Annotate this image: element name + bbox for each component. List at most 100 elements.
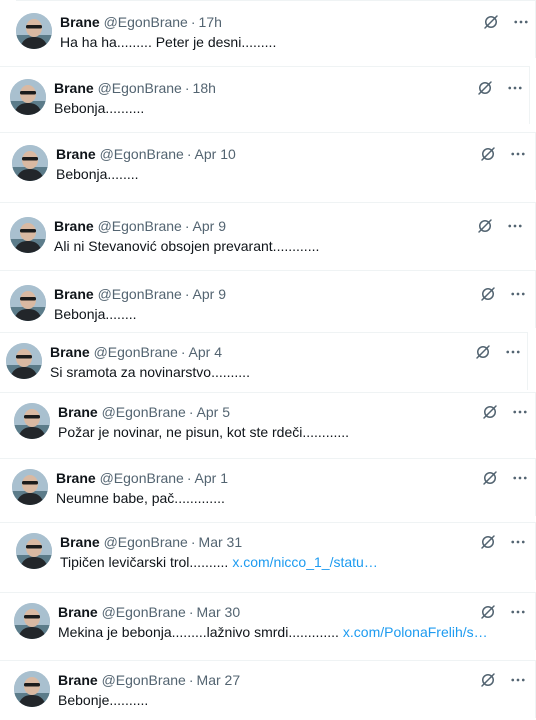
grok-icon[interactable] bbox=[481, 403, 499, 421]
more-icon[interactable] bbox=[509, 145, 527, 163]
grok-icon[interactable] bbox=[481, 469, 499, 487]
author-handle[interactable]: @EgonBrane bbox=[100, 146, 184, 162]
tweet-header: Brane @EgonBrane · Mar 27 bbox=[58, 671, 240, 689]
tweet-item[interactable]: Brane @EgonBrane · Mar 27 Bebonje.........… bbox=[0, 660, 536, 718]
grok-icon[interactable] bbox=[479, 145, 497, 163]
author-name[interactable]: Brane bbox=[54, 218, 94, 234]
tweet-time[interactable]: Apr 5 bbox=[197, 404, 230, 420]
tweet-text: Tipičen levičarski trol.......... x.com/n… bbox=[60, 553, 378, 571]
more-icon[interactable] bbox=[511, 403, 529, 421]
avatar[interactable] bbox=[16, 533, 52, 569]
separator-dot: · bbox=[184, 218, 190, 234]
tweet-actions bbox=[479, 285, 527, 303]
tweet-text-content: Bebonja.......... bbox=[54, 100, 145, 116]
tweet-time[interactable]: Apr 4 bbox=[189, 344, 222, 360]
tweet-item[interactable]: Brane @EgonBrane · Apr 4 Si sramota za nov… bbox=[0, 332, 528, 390]
grok-icon[interactable] bbox=[474, 343, 492, 361]
avatar[interactable] bbox=[12, 145, 48, 181]
author-name[interactable]: Brane bbox=[54, 80, 94, 96]
avatar[interactable] bbox=[10, 285, 46, 321]
tweet-time[interactable]: 18h bbox=[193, 80, 216, 96]
more-icon[interactable] bbox=[509, 603, 527, 621]
tweet-item[interactable]: Brane @EgonBrane · 18h Bebonja.......... bbox=[0, 66, 530, 124]
tweet-time[interactable]: Mar 31 bbox=[199, 534, 243, 550]
tweet-text: Ha ha ha......... Peter je desni........… bbox=[60, 33, 276, 51]
author-handle[interactable]: @EgonBrane bbox=[98, 286, 182, 302]
grok-icon[interactable] bbox=[479, 285, 497, 303]
tweet-text: Si sramota za novinarstvo.......... bbox=[50, 363, 250, 381]
author-name[interactable]: Brane bbox=[56, 470, 96, 486]
more-icon[interactable] bbox=[506, 79, 524, 97]
tweet-item[interactable]: Brane @EgonBrane · Apr 9 Ali ni Stevanović… bbox=[0, 202, 536, 260]
separator-dot: · bbox=[190, 534, 196, 550]
tweet-text: Požar je novinar, ne pisun, kot ste rdeč… bbox=[58, 423, 349, 441]
tweet-text-content: Požar je novinar, ne pisun, kot ste rdeč… bbox=[58, 424, 350, 440]
more-icon[interactable] bbox=[506, 217, 524, 235]
avatar[interactable] bbox=[14, 671, 50, 707]
tweet-item[interactable]: Brane @EgonBrane · Apr 10 Bebonja........ bbox=[0, 132, 536, 190]
tweet-link[interactable]: x.com/PolonaFrelih/s… bbox=[343, 624, 488, 640]
tweet-item[interactable]: Brane @EgonBrane · 17h Ha ha ha......... P… bbox=[16, 0, 536, 58]
tweet-header: Brane @EgonBrane · Mar 31 bbox=[60, 533, 242, 551]
tweet-item[interactable]: Brane @EgonBrane · Mar 30 Mekina je bebonj… bbox=[0, 592, 536, 650]
separator-dot: · bbox=[190, 14, 196, 30]
tweet-item[interactable]: Brane @EgonBrane · Apr 9 Bebonja........ bbox=[0, 270, 536, 328]
tweet-actions bbox=[474, 343, 522, 361]
grok-icon[interactable] bbox=[479, 671, 497, 689]
author-name[interactable]: Brane bbox=[54, 286, 94, 302]
tweet-time[interactable]: Apr 9 bbox=[193, 218, 226, 234]
tweet-time[interactable]: 17h bbox=[199, 14, 222, 30]
author-name[interactable]: Brane bbox=[58, 604, 98, 620]
tweet-link[interactable]: x.com/nicco_1_/statu… bbox=[232, 554, 378, 570]
author-handle[interactable]: @EgonBrane bbox=[102, 404, 186, 420]
author-handle[interactable]: @EgonBrane bbox=[100, 470, 184, 486]
tweet-text-content: Bebonja........ bbox=[54, 306, 137, 322]
author-name[interactable]: Brane bbox=[56, 146, 96, 162]
author-handle[interactable]: @EgonBrane bbox=[102, 672, 186, 688]
tweet-text-content: Mekina je bebonja.........lažnivo smrdi.… bbox=[58, 624, 339, 640]
author-handle[interactable]: @EgonBrane bbox=[98, 80, 182, 96]
separator-dot: · bbox=[186, 470, 192, 486]
tweet-actions bbox=[476, 217, 524, 235]
author-handle[interactable]: @EgonBrane bbox=[104, 534, 188, 550]
tweet-time[interactable]: Mar 27 bbox=[197, 672, 241, 688]
avatar[interactable] bbox=[10, 79, 46, 115]
tweet-item[interactable]: Brane @EgonBrane · Mar 31 Tipičen levičars… bbox=[0, 522, 536, 580]
author-name[interactable]: Brane bbox=[60, 534, 100, 550]
author-handle[interactable]: @EgonBrane bbox=[104, 14, 188, 30]
author-name[interactable]: Brane bbox=[50, 344, 90, 360]
avatar[interactable] bbox=[12, 469, 48, 505]
author-handle[interactable]: @EgonBrane bbox=[102, 604, 186, 620]
grok-icon[interactable] bbox=[476, 217, 494, 235]
tweet-time[interactable]: Mar 30 bbox=[197, 604, 241, 620]
more-icon[interactable] bbox=[512, 13, 530, 31]
tweet-item[interactable]: Brane @EgonBrane · Apr 1 Neumne babe, pač.… bbox=[0, 458, 536, 516]
author-name[interactable]: Brane bbox=[58, 404, 98, 420]
more-icon[interactable] bbox=[509, 671, 527, 689]
grok-icon[interactable] bbox=[482, 13, 500, 31]
tweet-time[interactable]: Apr 1 bbox=[195, 470, 228, 486]
tweet-header: Brane @EgonBrane · Apr 1 bbox=[56, 469, 228, 487]
avatar[interactable] bbox=[10, 217, 46, 253]
author-name[interactable]: Brane bbox=[60, 14, 100, 30]
author-handle[interactable]: @EgonBrane bbox=[94, 344, 178, 360]
grok-icon[interactable] bbox=[479, 533, 497, 551]
more-icon[interactable] bbox=[511, 469, 529, 487]
grok-icon[interactable] bbox=[479, 603, 497, 621]
more-icon[interactable] bbox=[509, 533, 527, 551]
more-icon[interactable] bbox=[509, 285, 527, 303]
tweet-actions bbox=[482, 13, 530, 31]
tweet-text: Mekina je bebonja.........lažnivo smrdi.… bbox=[58, 623, 488, 641]
author-name[interactable]: Brane bbox=[58, 672, 98, 688]
avatar[interactable] bbox=[14, 403, 50, 439]
avatar[interactable] bbox=[16, 13, 52, 49]
tweet-text: Bebonja........ bbox=[56, 165, 139, 183]
avatar[interactable] bbox=[14, 603, 50, 639]
author-handle[interactable]: @EgonBrane bbox=[98, 218, 182, 234]
tweet-time[interactable]: Apr 9 bbox=[193, 286, 226, 302]
tweet-time[interactable]: Apr 10 bbox=[195, 146, 236, 162]
avatar[interactable] bbox=[6, 343, 42, 379]
grok-icon[interactable] bbox=[476, 79, 494, 97]
tweet-item[interactable]: Brane @EgonBrane · Apr 5 Požar je novinar,… bbox=[0, 392, 536, 450]
more-icon[interactable] bbox=[504, 343, 522, 361]
